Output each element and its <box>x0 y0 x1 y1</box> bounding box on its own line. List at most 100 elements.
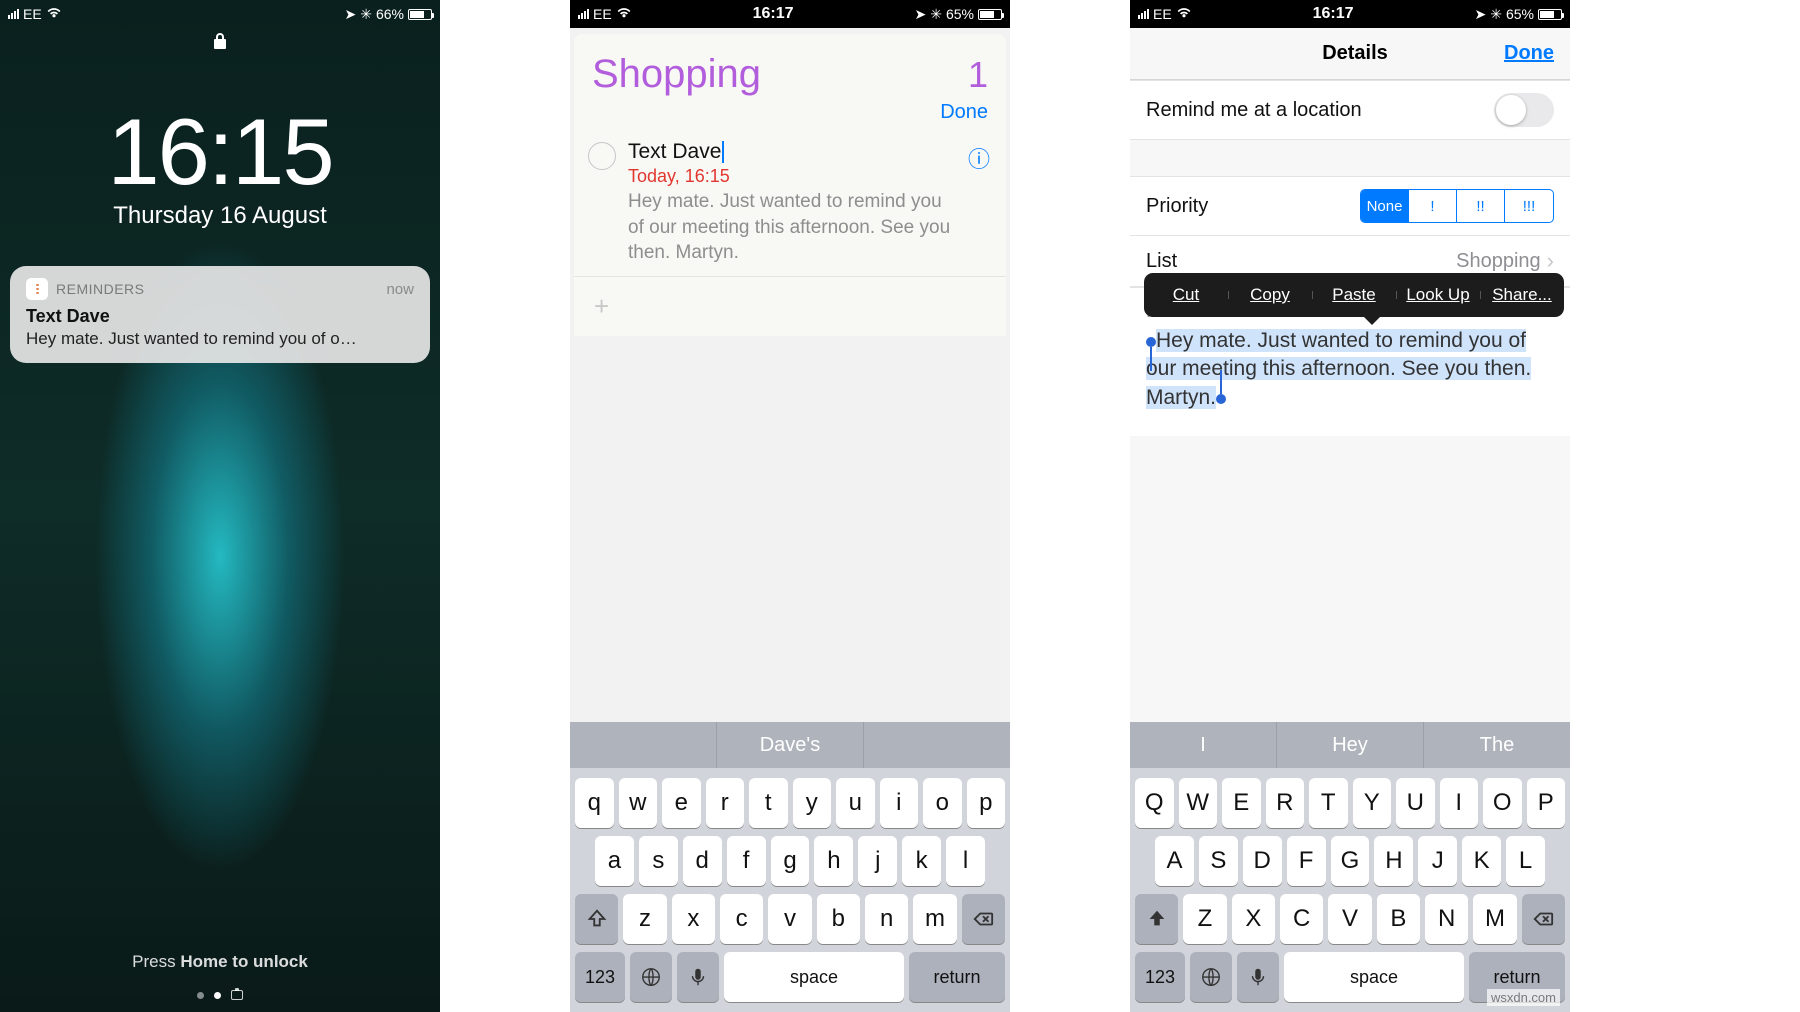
key-a[interactable]: a <box>595 836 634 886</box>
key-j[interactable]: J <box>1418 836 1457 886</box>
suggestion[interactable]: I <box>1130 722 1277 768</box>
key-b[interactable]: B <box>1377 894 1420 944</box>
page-indicator[interactable] <box>0 990 440 1000</box>
key-e[interactable]: e <box>662 778 701 828</box>
suggestion[interactable] <box>570 722 717 768</box>
return-key[interactable]: return <box>909 952 1005 1002</box>
numbers-key[interactable]: 123 <box>575 952 625 1002</box>
key-u[interactable]: U <box>1396 778 1435 828</box>
mic-key[interactable] <box>1237 952 1279 1002</box>
key-g[interactable]: g <box>771 836 810 886</box>
backspace-key[interactable] <box>1522 894 1565 944</box>
shift-key[interactable] <box>575 894 618 944</box>
done-button[interactable]: Done <box>592 101 988 124</box>
text-context-menu[interactable]: Cut Copy Paste Look Up Share... <box>1144 273 1564 317</box>
key-s[interactable]: s <box>639 836 678 886</box>
keyboard[interactable]: I Hey The QWERTYUIOP ASDFGHJKL ZXCVBNM 1… <box>1130 722 1570 1012</box>
key-f[interactable]: f <box>727 836 766 886</box>
key-n[interactable]: n <box>865 894 908 944</box>
ctx-share[interactable]: Share... <box>1480 285 1564 305</box>
key-d[interactable]: d <box>683 836 722 886</box>
key-j[interactable]: j <box>858 836 897 886</box>
key-p[interactable]: P <box>1527 778 1566 828</box>
key-q[interactable]: Q <box>1135 778 1174 828</box>
key-v[interactable]: v <box>768 894 811 944</box>
key-z[interactable]: z <box>623 894 666 944</box>
ctx-lookup[interactable]: Look Up <box>1396 285 1480 305</box>
key-h[interactable]: H <box>1374 836 1413 886</box>
key-k[interactable]: K <box>1462 836 1501 886</box>
key-o[interactable]: O <box>1483 778 1522 828</box>
key-l[interactable]: L <box>1506 836 1545 886</box>
info-button[interactable]: ⓘ <box>966 142 992 174</box>
key-e[interactable]: E <box>1222 778 1261 828</box>
priority-med[interactable]: !! <box>1457 190 1505 222</box>
complete-checkbox[interactable] <box>588 142 616 170</box>
done-button[interactable]: Done <box>1504 42 1554 65</box>
key-i[interactable]: i <box>880 778 919 828</box>
reminder-notification[interactable]: REMINDERS now Text Dave Hey mate. Just w… <box>10 266 430 363</box>
key-y[interactable]: Y <box>1353 778 1392 828</box>
key-s[interactable]: S <box>1199 836 1238 886</box>
mic-key[interactable] <box>677 952 719 1002</box>
key-o[interactable]: o <box>923 778 962 828</box>
shift-key[interactable] <box>1135 894 1178 944</box>
key-u[interactable]: u <box>836 778 875 828</box>
key-t[interactable]: t <box>749 778 788 828</box>
key-k[interactable]: k <box>902 836 941 886</box>
key-g[interactable]: G <box>1331 836 1370 886</box>
key-c[interactable]: C <box>1280 894 1323 944</box>
ctx-cut[interactable]: Cut <box>1144 285 1228 305</box>
suggestion[interactable]: Hey <box>1277 722 1424 768</box>
suggestion[interactable]: The <box>1424 722 1570 768</box>
reminder-title-input[interactable]: Text Dave <box>628 140 724 164</box>
backspace-key[interactable] <box>962 894 1005 944</box>
unlock-hint[interactable]: Press Home to unlock <box>0 952 440 972</box>
priority-low[interactable]: ! <box>1409 190 1457 222</box>
key-m[interactable]: m <box>913 894 956 944</box>
suggestion-bar[interactable]: I Hey The <box>1130 722 1570 768</box>
key-w[interactable]: W <box>1179 778 1218 828</box>
keyboard[interactable]: Dave's qwertyuiop asdfghjkl zxcvbnm 123 … <box>570 722 1010 1012</box>
key-r[interactable]: r <box>706 778 745 828</box>
key-h[interactable]: h <box>814 836 853 886</box>
ctx-copy[interactable]: Copy <box>1228 285 1312 305</box>
ctx-paste[interactable]: Paste <box>1312 285 1396 305</box>
key-x[interactable]: X <box>1232 894 1275 944</box>
suggestion-bar[interactable]: Dave's <box>570 722 1010 768</box>
globe-key[interactable] <box>1190 952 1232 1002</box>
selection-handle-start[interactable] <box>1146 337 1156 347</box>
priority-none[interactable]: None <box>1361 190 1409 222</box>
key-f[interactable]: F <box>1287 836 1326 886</box>
suggestion[interactable] <box>864 722 1010 768</box>
key-z[interactable]: Z <box>1183 894 1226 944</box>
key-b[interactable]: b <box>817 894 860 944</box>
priority-high[interactable]: !!! <box>1505 190 1553 222</box>
camera-icon[interactable] <box>231 990 243 1000</box>
priority-segmented[interactable]: None ! !! !!! <box>1360 189 1554 223</box>
key-r[interactable]: R <box>1266 778 1305 828</box>
add-reminder-button[interactable]: + <box>574 277 1006 336</box>
key-c[interactable]: c <box>720 894 763 944</box>
selection-handle-end[interactable] <box>1216 394 1226 404</box>
suggestion[interactable]: Dave's <box>717 722 864 768</box>
space-key[interactable]: space <box>724 952 904 1002</box>
key-i[interactable]: I <box>1440 778 1479 828</box>
key-d[interactable]: D <box>1243 836 1282 886</box>
numbers-key[interactable]: 123 <box>1135 952 1185 1002</box>
space-key[interactable]: space <box>1284 952 1464 1002</box>
reminder-item[interactable]: Text Dave Today, 16:15 Hey mate. Just wa… <box>574 130 1006 277</box>
location-switch[interactable] <box>1494 93 1554 127</box>
key-t[interactable]: T <box>1309 778 1348 828</box>
key-l[interactable]: l <box>946 836 985 886</box>
key-p[interactable]: p <box>967 778 1006 828</box>
key-w[interactable]: w <box>619 778 658 828</box>
key-x[interactable]: x <box>672 894 715 944</box>
key-v[interactable]: V <box>1328 894 1371 944</box>
key-q[interactable]: q <box>575 778 614 828</box>
location-row[interactable]: Remind me at a location <box>1130 80 1570 140</box>
globe-key[interactable] <box>630 952 672 1002</box>
key-a[interactable]: A <box>1155 836 1194 886</box>
key-m[interactable]: M <box>1473 894 1516 944</box>
notes-textarea[interactable]: Hey mate. Just wanted to remind you of o… <box>1146 327 1554 412</box>
